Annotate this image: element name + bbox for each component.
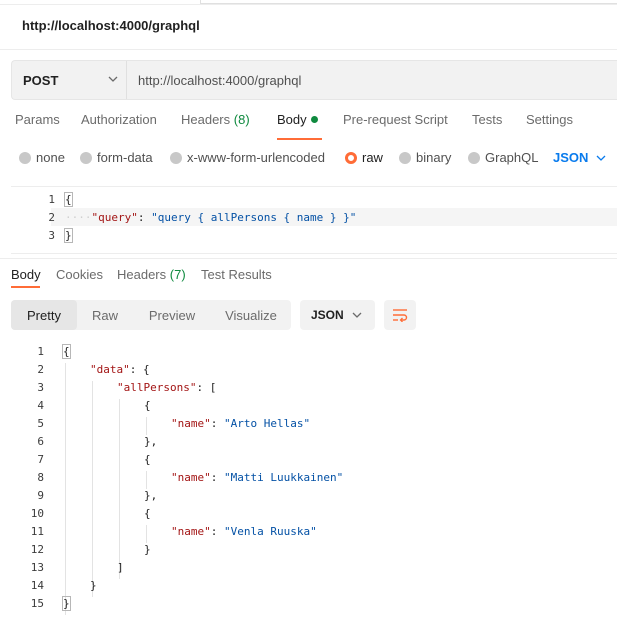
- line-number: 11: [30, 525, 44, 538]
- tab-test-results[interactable]: Test Results: [201, 267, 272, 282]
- raw-language-select[interactable]: JSON: [553, 150, 606, 165]
- radio-raw[interactable]: raw: [345, 150, 383, 165]
- radio-x-www-form-urlencoded[interactable]: x-www-form-urlencoded: [170, 150, 325, 165]
- line-number: 4: [37, 399, 44, 412]
- json-line: {: [62, 344, 71, 359]
- json-line: }: [90, 579, 97, 592]
- response-body-viewer[interactable]: 1 {2 "data": { 3 "allPersons": [ 4 {5 "name": "…: [0, 340, 617, 620]
- tab-pre-request-script[interactable]: Pre-request Script: [343, 112, 448, 127]
- method-label: POST: [23, 72, 59, 88]
- request-title[interactable]: http://localhost:4000/graphql: [22, 18, 200, 33]
- tab-cookies[interactable]: Cookies: [56, 267, 103, 282]
- json-line: "name": "Venla Ruuska": [171, 525, 317, 538]
- radio-circle-icon: [80, 151, 92, 164]
- json-line: "allPersons": [: [117, 381, 217, 394]
- radio-circle-icon: [170, 151, 182, 164]
- radio-graphql[interactable]: GraphQL: [468, 150, 538, 165]
- json-line: "name": "Matti Luukkainen": [171, 471, 344, 484]
- indent-guide: [119, 399, 120, 579]
- request-bar: POST http://localhost:4000/graphql: [11, 60, 617, 100]
- json-line: "name": "Arto Hellas": [171, 417, 311, 430]
- indent-guide: [146, 417, 147, 435]
- json-line: {: [144, 507, 151, 520]
- radio-checked-icon: [345, 151, 357, 164]
- headers-count: (8): [233, 112, 250, 127]
- response-format-select[interactable]: JSON: [300, 300, 375, 330]
- wrap-lines-button[interactable]: [384, 300, 416, 330]
- indent-guide: [146, 471, 147, 489]
- json-line: },: [144, 489, 158, 502]
- line-number: 12: [30, 543, 44, 556]
- line-number: 1: [48, 193, 55, 206]
- json-line: },: [144, 435, 158, 448]
- line-number: 6: [37, 435, 44, 448]
- radio-circle-icon: [468, 151, 480, 164]
- line-number: 3: [37, 381, 44, 394]
- divider: [0, 258, 617, 259]
- line-number: 7: [37, 453, 44, 466]
- line-number: 2: [48, 211, 55, 224]
- wrap-lines-icon: [393, 309, 408, 322]
- line-number: 9: [37, 489, 44, 502]
- body-indicator-dot: [310, 116, 318, 123]
- tab-authorization[interactable]: Authorization: [81, 112, 157, 127]
- radio-binary[interactable]: binary: [399, 150, 451, 165]
- view-mode-group: Pretty Raw Preview Visualize: [11, 300, 291, 330]
- tab-params[interactable]: Params: [15, 112, 60, 127]
- indent-guide: [146, 525, 147, 543]
- tab-response-headers[interactable]: Headers (7): [117, 267, 186, 282]
- close-brace: }: [64, 228, 73, 243]
- json-line: }: [62, 596, 71, 611]
- tab-headers[interactable]: Headers (8): [181, 112, 250, 127]
- view-visualize-button[interactable]: Visualize: [211, 300, 291, 330]
- active-tab-underline: [277, 138, 322, 140]
- json-line: "data": {: [90, 363, 150, 376]
- tab-body[interactable]: Body: [277, 112, 318, 127]
- line-number: 10: [30, 507, 44, 520]
- indent-guide: [92, 381, 93, 597]
- divider: [0, 49, 617, 50]
- tab-settings[interactable]: Settings: [526, 112, 573, 127]
- open-brace: {: [64, 192, 73, 207]
- active-tab-underline: [11, 286, 40, 288]
- line-number: 8: [37, 471, 44, 484]
- view-pretty-button[interactable]: Pretty: [11, 300, 77, 330]
- line-number: 13: [30, 561, 44, 574]
- view-raw-button[interactable]: Raw: [77, 300, 133, 330]
- tab-tests[interactable]: Tests: [472, 112, 502, 127]
- json-line: ]: [117, 561, 124, 574]
- tab-response-body[interactable]: Body: [11, 267, 41, 282]
- chevron-down-icon: [352, 312, 362, 318]
- url-input[interactable]: http://localhost:4000/graphql: [138, 61, 301, 99]
- json-line: {: [144, 399, 151, 412]
- line-number: 1: [37, 345, 44, 358]
- line-number: 2: [37, 363, 44, 376]
- line-number: 3: [48, 229, 55, 242]
- radio-none[interactable]: none: [19, 150, 65, 165]
- line-number: 5: [37, 417, 44, 430]
- radio-circle-icon: [19, 151, 31, 164]
- json-line: }: [144, 543, 151, 556]
- radio-circle-icon: [399, 151, 411, 164]
- divider: [126, 61, 127, 99]
- request-body-editor[interactable]: 1 2 3 { ····"query": "query { allPersons…: [11, 186, 617, 254]
- chevron-down-icon: [108, 76, 118, 82]
- chevron-down-icon: [596, 155, 606, 161]
- radio-form-data[interactable]: form-data: [80, 150, 153, 165]
- json-line: {: [144, 453, 151, 466]
- headers-count: (7): [169, 267, 186, 282]
- indent-guide: [65, 363, 66, 615]
- view-preview-button[interactable]: Preview: [133, 300, 211, 330]
- code-line: ····"query": "query { allPersons { name …: [65, 211, 357, 224]
- line-number: 14: [30, 579, 44, 592]
- top-window-edge: [0, 0, 617, 5]
- method-select[interactable]: POST: [12, 61, 126, 99]
- line-number: 15: [30, 597, 44, 610]
